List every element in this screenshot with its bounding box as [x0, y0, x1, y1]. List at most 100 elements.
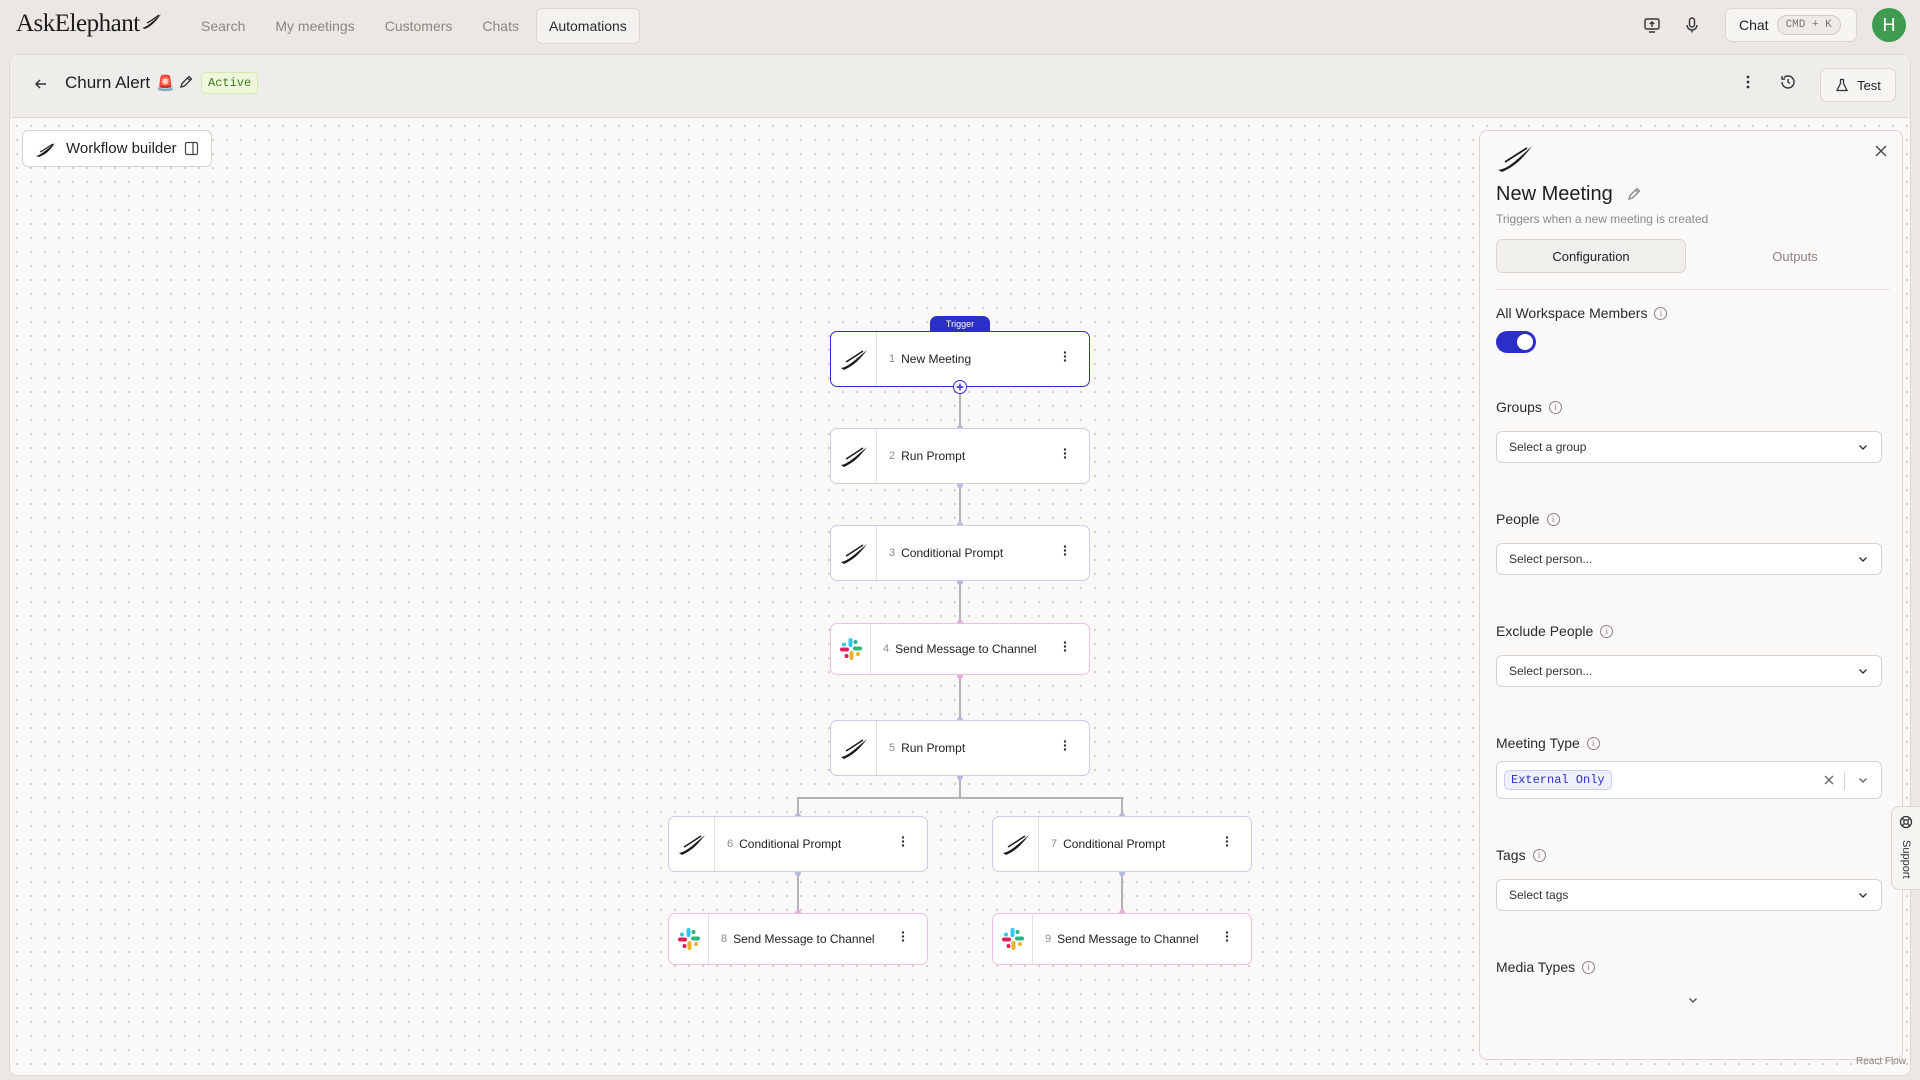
edit-title-pencil-icon[interactable] — [178, 74, 194, 95]
elephant-logo-icon — [831, 429, 877, 483]
avatar[interactable]: H — [1872, 8, 1906, 42]
node-label: Run Prompt — [901, 449, 966, 463]
field-label-text: Groups — [1496, 399, 1542, 415]
select-placeholder: Select a group — [1509, 440, 1587, 454]
node-run-prompt[interactable]: 5 Run Prompt — [830, 720, 1090, 776]
divider — [1496, 289, 1890, 290]
logo-text: AskElephant — [16, 10, 140, 37]
test-label: Test — [1857, 77, 1881, 93]
tab-outputs[interactable]: Outputs — [1700, 239, 1890, 273]
node-label: Conditional Prompt — [739, 837, 842, 851]
info-icon[interactable]: i — [1600, 624, 1614, 638]
chevron-down-icon — [1857, 774, 1869, 789]
elephant-logo-icon — [669, 817, 715, 871]
field-label-text: All Workspace Members — [1496, 305, 1648, 321]
elephant-logo-icon — [831, 332, 877, 386]
info-icon[interactable]: i — [1532, 848, 1546, 862]
workflow-title: Churn Alert 🚨 — [65, 73, 175, 93]
info-icon[interactable]: i — [1586, 736, 1600, 750]
node-send-message[interactable]: 4 Send Message to Channel — [830, 623, 1090, 675]
all-members-label: All Workspace Members i — [1496, 305, 1668, 321]
siren-emoji: 🚨 — [156, 75, 175, 92]
node-number: 4 — [883, 643, 890, 655]
elephant-logo-icon — [831, 721, 877, 775]
tags-select[interactable]: Select tags — [1496, 879, 1882, 911]
support-icon — [1899, 815, 1913, 834]
node-more-icon[interactable] — [1221, 835, 1233, 854]
people-select[interactable]: Select person... — [1496, 543, 1882, 575]
main-nav: Search My meetings Customers Chats Autom… — [188, 8, 640, 44]
chevron-down-icon — [1857, 441, 1869, 456]
node-new-meeting[interactable]: 1 New Meeting — [830, 331, 1090, 387]
top-nav: AskElephant Search My meetings Customers… — [0, 0, 1920, 52]
chat-shortcut: CMD + K — [1776, 15, 1841, 35]
node-more-icon[interactable] — [1059, 544, 1071, 563]
node-send-message[interactable]: 8 Send Message to Channel — [668, 913, 928, 965]
react-flow-attribution[interactable]: React Flow — [1856, 1056, 1906, 1067]
info-icon[interactable]: i — [1582, 960, 1596, 974]
exclude-people-label: Exclude People i — [1496, 623, 1614, 639]
support-tab[interactable]: Support — [1891, 806, 1920, 890]
slack-icon — [831, 624, 871, 674]
app-logo[interactable]: AskElephant — [16, 10, 163, 38]
close-icon[interactable] — [1874, 144, 1888, 163]
status-badge: Active — [201, 72, 259, 94]
chevron-down-icon — [1857, 553, 1869, 568]
chat-button[interactable]: Chat CMD + K — [1725, 8, 1857, 42]
meeting-type-label: Meeting Type i — [1496, 735, 1600, 751]
back-arrow-icon[interactable] — [32, 75, 50, 98]
people-label: People i — [1496, 511, 1560, 527]
info-icon[interactable]: i — [1546, 512, 1560, 526]
edit-pencil-icon[interactable] — [1626, 186, 1642, 207]
node-config-panel: New Meeting Triggers when a new meeting … — [1479, 130, 1903, 1060]
field-label-text: People — [1496, 511, 1540, 527]
screen-share-icon[interactable] — [1638, 11, 1666, 39]
history-icon[interactable] — [1779, 73, 1797, 96]
node-more-icon[interactable] — [1059, 350, 1071, 369]
exclude-people-select[interactable]: Select person... — [1496, 655, 1882, 687]
groups-select[interactable]: Select a group — [1496, 431, 1882, 463]
node-more-icon[interactable] — [1059, 739, 1071, 758]
workflow-title-text: Churn Alert — [65, 73, 151, 92]
tags-label: Tags i — [1496, 847, 1546, 863]
info-icon[interactable]: i — [1548, 400, 1562, 414]
node-conditional-prompt[interactable]: 3 Conditional Prompt — [830, 525, 1090, 581]
node-more-icon[interactable] — [1059, 640, 1071, 659]
media-types-label: Media Types i — [1496, 959, 1596, 975]
node-label: Run Prompt — [901, 741, 966, 755]
all-members-toggle[interactable] — [1496, 331, 1536, 353]
nav-search[interactable]: Search — [188, 8, 258, 44]
tab-configuration[interactable]: Configuration — [1496, 239, 1686, 273]
test-button[interactable]: Test — [1820, 68, 1896, 102]
node-more-icon[interactable] — [1221, 930, 1233, 949]
flask-icon — [1836, 78, 1849, 92]
panel-tabs: Configuration Outputs — [1496, 239, 1890, 273]
workflow-header: Churn Alert 🚨 Active Test — [10, 55, 1910, 118]
clear-icon[interactable] — [1823, 774, 1835, 789]
meeting-type-select[interactable]: External Only — [1496, 761, 1882, 799]
elephant-logo-icon — [993, 817, 1039, 871]
node-more-icon[interactable] — [897, 835, 909, 854]
node-conditional-prompt[interactable]: 7 Conditional Prompt — [992, 816, 1252, 872]
info-icon[interactable]: i — [1654, 306, 1668, 320]
slack-icon — [669, 914, 709, 964]
node-more-icon[interactable] — [1059, 447, 1071, 466]
node-conditional-prompt[interactable]: 6 Conditional Prompt — [668, 816, 928, 872]
node-more-icon[interactable] — [897, 930, 909, 949]
nav-chats[interactable]: Chats — [469, 8, 532, 44]
elephant-logo-icon — [1496, 143, 1534, 178]
node-send-message[interactable]: 9 Send Message to Channel — [992, 913, 1252, 965]
nav-my-meetings[interactable]: My meetings — [262, 8, 367, 44]
panel-subtitle: Triggers when a new meeting is created — [1496, 212, 1709, 226]
microphone-icon[interactable] — [1678, 11, 1706, 39]
node-number: 1 — [889, 353, 896, 365]
field-label-text: Exclude People — [1496, 623, 1594, 639]
node-run-prompt[interactable]: 2 Run Prompt — [830, 428, 1090, 484]
add-step-plus-icon[interactable] — [953, 380, 967, 394]
slack-icon — [993, 914, 1033, 964]
nav-automations[interactable]: Automations — [535, 8, 640, 44]
chevron-down-icon[interactable] — [1687, 993, 1699, 1011]
nav-customers[interactable]: Customers — [372, 8, 466, 44]
more-options-icon[interactable] — [1739, 73, 1757, 96]
trigger-tag: Trigger — [930, 316, 990, 331]
